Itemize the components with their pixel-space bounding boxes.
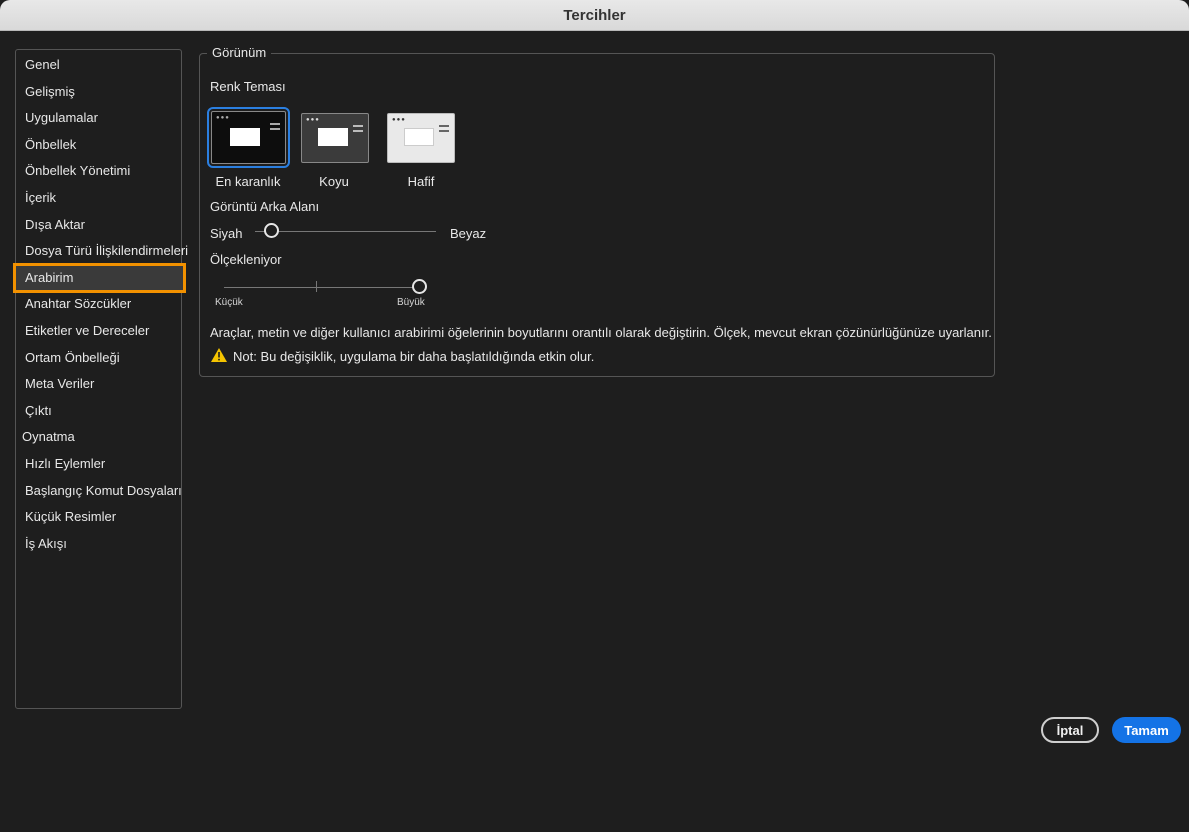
background-label: Görüntü Arka Alanı [210,199,320,214]
preview-window-icon [230,128,260,146]
preview-window-icon [404,128,434,146]
sidebar-item-quick-actions[interactable]: Hızlı Eylemler [16,451,181,478]
sidebar-item-apps[interactable]: Uygulamalar [16,105,181,132]
theme-dark-option[interactable]: ●●● [301,113,369,163]
scaling-slider-thumb[interactable] [411,279,427,294]
sidebar-item-workflow[interactable]: İş Akışı [16,531,181,558]
scaling-min-label: Küçük [215,297,243,308]
theme-light-option[interactable]: ●●● [387,113,455,163]
sidebar-item-interface[interactable]: Arabirim [13,262,186,294]
background-min-label: Siyah [210,226,243,241]
sidebar-item-general[interactable]: Genel [16,52,181,79]
sidebar-item-labels-ratings[interactable]: Etiketler ve Dereceler [16,318,181,345]
scaling-tick [316,281,317,292]
background-max-label: Beyaz [450,226,487,241]
sidebar-item-metadata[interactable]: Meta Veriler [16,371,181,398]
window-dots-icon: ●●● [306,117,320,123]
restart-note: Not: Bu değişiklik, uygulama bir daha ba… [233,349,595,364]
window-dots-icon: ●●● [392,117,406,123]
sidebar-item-export[interactable]: Dışa Aktar [16,212,181,239]
preview-window-icon [318,128,348,146]
sidebar-item-cache[interactable]: Önbellek [16,132,181,159]
scaling-description: Araçlar, metin ve diğer kullanıcı arabir… [210,325,992,340]
background-slider-track[interactable] [255,231,436,232]
sidebar-item-keywords[interactable]: Anahtar Sözcükler [16,291,181,318]
sidebar-item-media-cache[interactable]: Ortam Önbelleği [16,345,181,372]
scaling-label: Ölçekleniyor [210,252,282,267]
sidebar-item-output[interactable]: Çıktı [16,398,181,425]
sidebar-item-content[interactable]: İçerik [16,185,181,212]
preview-sliders-icon [353,125,363,139]
theme-darkest-option[interactable]: ●●● [207,107,290,168]
sidebar-item-playback[interactable]: Oynatma [16,424,181,451]
window-title: Tercihler [563,6,626,24]
sidebar-item-startup-scripts[interactable]: Başlangıç Komut Dosyaları [16,478,182,505]
sidebar-item-advanced[interactable]: Gelişmiş [16,79,181,106]
title-bar: Tercihler [0,0,1189,31]
sidebar-item-thumbnails[interactable]: Küçük Resimler [16,504,181,531]
background-slider-thumb[interactable] [263,223,279,238]
scaling-slider-track[interactable] [224,287,419,288]
warning-icon [211,348,227,362]
theme-dark-label: Koyu [319,174,349,189]
appearance-legend: Görünüm [207,45,272,60]
theme-light-label: Hafif [407,174,435,189]
ok-button[interactable]: Tamam [1112,717,1181,743]
cancel-button[interactable]: İptal [1041,717,1099,743]
preview-sliders-icon [270,123,280,137]
sidebar-item-file-type-associations[interactable]: Dosya Türü İlişkilendirmeleri [16,238,188,265]
preferences-sidebar: Genel Gelişmiş Uygulamalar Önbellek Önbe… [13,49,188,709]
theme-darkest-label: En karanlık [215,174,281,189]
window-dots-icon: ●●● [216,115,230,121]
scaling-max-label: Büyük [397,297,425,308]
color-theme-label: Renk Teması [210,79,286,94]
preview-sliders-icon [439,125,449,139]
sidebar-item-cache-management[interactable]: Önbellek Yönetimi [16,158,181,185]
